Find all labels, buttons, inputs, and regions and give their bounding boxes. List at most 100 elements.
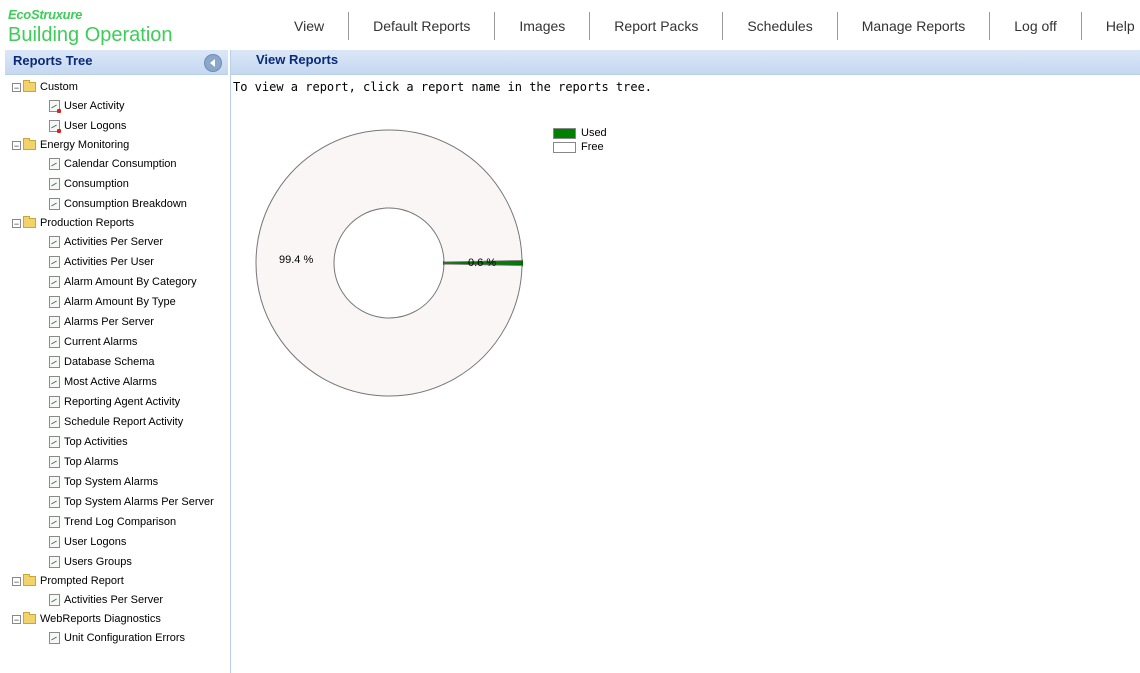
reports-tree-header: Reports Tree: [5, 50, 228, 75]
tree-folder[interactable]: − WebReports Diagnostics: [0, 610, 230, 628]
tree-report-label: Trend Log Comparison: [64, 516, 177, 528]
report-icon: [49, 436, 60, 449]
tree-report-label: Alarm Amount By Category: [64, 276, 197, 288]
tree-folder-label: Prompted Report: [40, 575, 124, 587]
page-title: View Reports: [256, 52, 339, 67]
tree-report-label: Calendar Consumption: [64, 158, 177, 170]
tree-report-item[interactable]: Database Schema: [0, 352, 230, 372]
report-icon: [49, 236, 60, 249]
tree-folder[interactable]: − Prompted Report: [0, 572, 230, 590]
tree-folder[interactable]: − Production Reports: [0, 214, 230, 232]
tree-report-label: Consumption Breakdown: [64, 198, 187, 210]
tree-report-item[interactable]: User Activity: [0, 96, 230, 116]
tree-report-item[interactable]: Alarms Per Server: [0, 312, 230, 332]
tree-report-label: Top System Alarms Per Server: [64, 496, 214, 508]
nav-help[interactable]: Help: [1080, 12, 1140, 40]
slice-label-free: 99.4 %: [279, 254, 313, 266]
tree-report-item[interactable]: Activities Per Server: [0, 590, 230, 610]
nav-log-off[interactable]: Log off: [989, 12, 1081, 40]
tree-report-item[interactable]: Most Active Alarms: [0, 372, 230, 392]
report-icon: [49, 356, 60, 369]
report-icon: [49, 556, 60, 569]
tree-report-item[interactable]: Consumption: [0, 174, 230, 194]
collapse-toggle-icon[interactable]: −: [12, 140, 21, 150]
tree-report-label: Alarm Amount By Type: [64, 296, 176, 308]
tree-report-item[interactable]: Top Activities: [0, 432, 230, 452]
tree-report-label: Users Groups: [64, 556, 132, 568]
legend-swatch: [553, 127, 576, 139]
report-icon: [49, 198, 60, 211]
tree-report-label: Top Alarms: [64, 456, 119, 468]
nav-images[interactable]: Images: [494, 12, 589, 40]
tree-report-label: Reporting Agent Activity: [64, 396, 181, 408]
tree-report-item[interactable]: Current Alarms: [0, 332, 230, 352]
report-icon: [49, 296, 60, 309]
nav-default-reports[interactable]: Default Reports: [348, 12, 494, 40]
tree-report-item[interactable]: Calendar Consumption: [0, 154, 230, 174]
report-icon: [49, 594, 60, 607]
brand-logo: EcoStruxure Building Operation: [8, 7, 173, 47]
reports-tree: − Custom User Activity User Logons − Energy M…: [0, 78, 230, 648]
report-icon: [49, 336, 60, 349]
tree-report-label: Activities Per Server: [64, 236, 164, 248]
tree-report-label: User Logons: [64, 536, 127, 548]
folder-icon: [23, 612, 36, 625]
nav-manage-reports[interactable]: Manage Reports: [836, 12, 990, 40]
tree-report-label: Database Schema: [64, 356, 155, 368]
legend-item-used: Used: [553, 126, 607, 140]
tree-report-item[interactable]: Activities Per User: [0, 252, 230, 272]
nav-schedules[interactable]: Schedules: [722, 12, 836, 40]
report-icon: [49, 276, 60, 289]
usage-donut-chart: 99.4 % 0.6 %: [255, 129, 523, 397]
tree-report-label: User Activity: [64, 100, 125, 112]
tree-folder-label: Custom: [40, 81, 78, 93]
report-icon: [49, 516, 60, 529]
tree-report-label: Consumption: [64, 178, 129, 190]
report-icon: [49, 396, 60, 409]
tree-report-item[interactable]: Top Alarms: [0, 452, 230, 472]
tree-report-item[interactable]: Reporting Agent Activity: [0, 392, 230, 412]
tree-report-item[interactable]: Schedule Report Activity: [0, 412, 230, 432]
folder-icon: [23, 216, 36, 229]
chevron-left-icon[interactable]: [204, 54, 222, 72]
tree-report-item[interactable]: Users Groups: [0, 552, 230, 572]
main-header: View Reports: [231, 50, 1140, 75]
folder-icon: [23, 138, 36, 151]
tree-folder[interactable]: − Energy Monitoring: [0, 136, 230, 154]
tree-report-label: Schedule Report Activity: [64, 416, 184, 428]
collapse-toggle-icon[interactable]: −: [12, 218, 21, 228]
report-icon: [49, 178, 60, 191]
tree-report-item[interactable]: Top System Alarms: [0, 472, 230, 492]
tree-report-label: Top System Alarms: [64, 476, 159, 488]
tree-report-item[interactable]: Unit Configuration Errors: [0, 628, 230, 648]
tree-report-label: Activities Per Server: [64, 594, 164, 606]
collapse-toggle-icon[interactable]: −: [12, 614, 21, 624]
tree-report-item[interactable]: Consumption Breakdown: [0, 194, 230, 214]
tree-report-label: Alarms Per Server: [64, 316, 154, 328]
legend-item-free: Free: [553, 140, 607, 154]
tree-report-item[interactable]: Alarm Amount By Type: [0, 292, 230, 312]
nav-view[interactable]: View: [270, 12, 348, 40]
tree-report-label: Top Activities: [64, 436, 128, 448]
tree-report-item[interactable]: Trend Log Comparison: [0, 512, 230, 532]
custom-report-icon: [49, 100, 61, 114]
tree-report-item[interactable]: Activities Per Server: [0, 232, 230, 252]
report-icon: [49, 376, 60, 389]
report-icon: [49, 416, 60, 429]
tree-report-item[interactable]: Alarm Amount By Category: [0, 272, 230, 292]
reports-tree-panel: Reports Tree − Custom User Activity User Lo…: [0, 50, 231, 673]
tree-folder-label: Production Reports: [40, 217, 135, 229]
custom-report-icon: [49, 120, 61, 134]
tree-report-label: Unit Configuration Errors: [64, 632, 186, 644]
tree-report-item[interactable]: User Logons: [0, 116, 230, 136]
brand-ecostruxure: EcoStruxure: [8, 7, 83, 22]
instruction-text: To view a report, click a report name in…: [233, 80, 653, 94]
chart-legend: Used Free: [553, 126, 607, 154]
tree-report-item[interactable]: Top System Alarms Per Server: [0, 492, 230, 512]
nav-report-packs[interactable]: Report Packs: [589, 12, 722, 40]
tree-report-item[interactable]: User Logons: [0, 532, 230, 552]
collapse-toggle-icon[interactable]: −: [12, 576, 21, 586]
top-nav: View Default Reports Images Report Packs Sch…: [270, 12, 1140, 40]
collapse-toggle-icon[interactable]: −: [12, 82, 21, 92]
tree-folder[interactable]: − Custom: [0, 78, 230, 96]
